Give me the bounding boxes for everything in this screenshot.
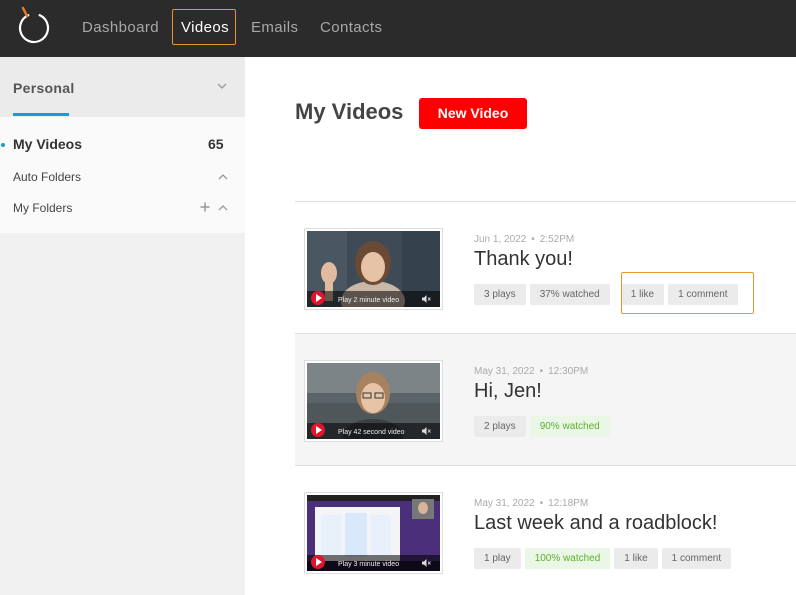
plays-badge[interactable]: 2 plays <box>474 416 526 437</box>
watched-badge[interactable]: 37% watched <box>529 284 610 305</box>
video-title[interactable]: Thank you! <box>474 248 573 271</box>
play-icon[interactable] <box>311 555 325 569</box>
likes-badge[interactable]: 1 like <box>614 548 658 569</box>
sidebar-section-label: Personal <box>13 80 75 96</box>
watched-badge[interactable]: 90% watched <box>529 416 610 437</box>
highlight-box <box>621 272 754 314</box>
chevron-up-icon[interactable] <box>217 171 229 183</box>
nav-contacts[interactable]: Contacts <box>320 19 382 36</box>
video-time: 12:30PM <box>548 366 589 377</box>
video-row[interactable]: Play 3 minute video May 31, 2022 • 12:18PM… <box>295 466 796 595</box>
nav-dashboard[interactable]: Dashboard <box>82 19 159 36</box>
video-time: 12:18PM <box>548 498 589 509</box>
sidebar-item-my-videos[interactable]: My Videos <box>13 136 82 152</box>
video-title[interactable]: Last week and a roadblock! <box>474 512 718 535</box>
plays-badge[interactable]: 1 play <box>474 548 521 569</box>
play-duration-text: Play 42 second video <box>338 429 405 436</box>
video-thumbnail[interactable]: Play 42 second video <box>304 360 443 442</box>
video-thumbnail[interactable]: Play 2 minute video <box>304 228 443 310</box>
video-meta: May 31, 2022 • 12:18PM <box>474 498 589 509</box>
chevron-down-icon[interactable] <box>217 81 227 91</box>
mute-icon[interactable] <box>422 295 431 303</box>
play-icon[interactable] <box>311 423 325 437</box>
video-row[interactable]: Play 2 minute video Jun 1, 2022 • 2:52PM T… <box>295 202 796 334</box>
page-title: My Videos <box>295 99 404 124</box>
nav-emails[interactable]: Emails <box>251 19 298 36</box>
video-date: May 31, 2022 <box>474 366 535 377</box>
plus-icon[interactable] <box>199 201 211 213</box>
video-stats: 2 plays 90% watched <box>474 416 614 437</box>
sidebar-item-auto-folders[interactable]: Auto Folders <box>13 170 81 184</box>
video-stats: 1 play 100% watched 1 like 1 comment <box>474 548 735 569</box>
my-videos-count: 65 <box>208 136 224 152</box>
plays-badge[interactable]: 3 plays <box>474 284 526 305</box>
video-meta: May 31, 2022 • 12:30PM <box>474 366 589 377</box>
sidebar-section-header[interactable]: Personal <box>0 57 245 117</box>
video-time: 2:52PM <box>539 234 575 245</box>
chevron-up-icon[interactable] <box>217 202 229 214</box>
logo-icon[interactable] <box>14 6 54 46</box>
new-video-button[interactable]: New Video <box>419 98 527 129</box>
play-duration-text: Play 2 minute video <box>338 297 400 304</box>
mute-icon[interactable] <box>422 427 431 435</box>
active-indicator-dot <box>1 143 5 147</box>
sidebar: Personal My Videos 65 Auto Folders My Fo… <box>0 57 245 595</box>
video-thumbnail[interactable]: Play 3 minute video <box>304 492 443 574</box>
sidebar-item-my-folders[interactable]: My Folders <box>13 201 72 215</box>
comments-badge[interactable]: 1 comment <box>661 548 732 569</box>
play-icon[interactable] <box>311 291 325 305</box>
mute-icon[interactable] <box>422 559 431 567</box>
video-meta: Jun 1, 2022 • 2:52PM <box>474 234 575 245</box>
sidebar-list: My Videos 65 Auto Folders My Folders <box>0 117 245 233</box>
play-duration-text: Play 3 minute video <box>338 561 400 568</box>
video-date: Jun 1, 2022 <box>474 234 527 245</box>
watched-badge[interactable]: 100% watched <box>524 548 611 569</box>
sidebar-section-underline <box>13 113 69 116</box>
video-title[interactable]: Hi, Jen! <box>474 380 542 403</box>
top-nav: Dashboard Videos Emails Contacts <box>0 0 796 57</box>
video-row[interactable]: Play 42 second video May 31, 2022 • 12:30P… <box>295 334 796 466</box>
video-date: May 31, 2022 <box>474 498 535 509</box>
nav-videos[interactable]: Videos <box>181 19 229 36</box>
